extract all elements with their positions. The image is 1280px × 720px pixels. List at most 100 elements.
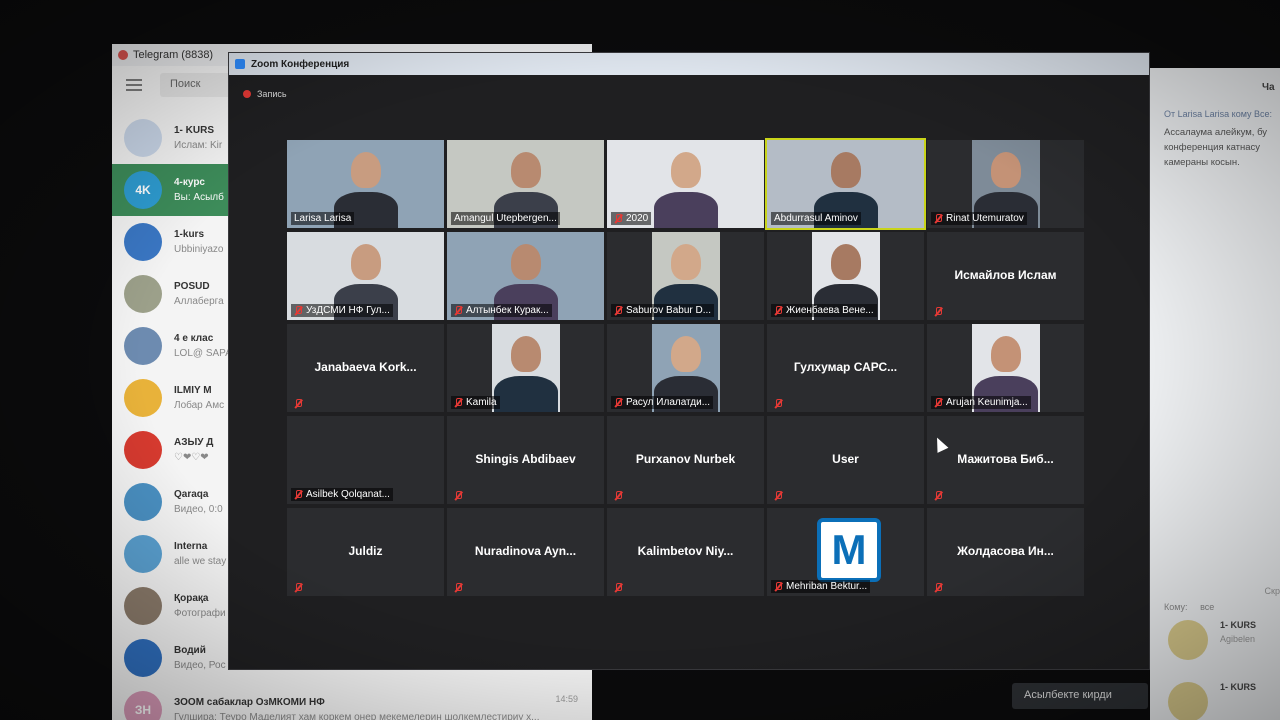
participant-tile[interactable]: Arujan Keunimja... bbox=[927, 324, 1084, 412]
list-item-preview: Agibelen bbox=[1220, 634, 1256, 644]
participant-video bbox=[491, 324, 560, 412]
list-item[interactable]: 1- KURS Agibelen bbox=[1168, 620, 1280, 660]
participant-face bbox=[510, 152, 541, 188]
avatar bbox=[124, 275, 162, 313]
participant-label: Kamila bbox=[451, 396, 500, 409]
participant-tile[interactable]: Shingis Abdibaev bbox=[447, 416, 604, 504]
participant-name: Расул Илалатди... bbox=[626, 397, 711, 408]
participant-tile[interactable]: Жолдасова Ин... bbox=[927, 508, 1084, 596]
participant-label bbox=[291, 398, 309, 409]
muted-mic-icon bbox=[294, 583, 302, 592]
participant-tile[interactable]: Kamila bbox=[447, 324, 604, 412]
muted-mic-icon bbox=[454, 306, 462, 315]
zoom-titlebar: Zoom Конференция bbox=[229, 53, 1149, 75]
participant-center-name: Purxanov Nurbek bbox=[635, 452, 736, 466]
participant-tile[interactable]: Алтынбек Курак... bbox=[447, 232, 604, 320]
participant-center-name: User bbox=[832, 452, 859, 466]
participant-label bbox=[931, 306, 949, 317]
participant-tile[interactable]: Расул Илалатди... bbox=[607, 324, 764, 412]
participant-tile[interactable]: Гулхумар САРС... bbox=[767, 324, 924, 412]
muted-mic-icon bbox=[774, 399, 782, 408]
participant-tile[interactable]: 2020 bbox=[607, 140, 764, 228]
participant-label bbox=[451, 490, 469, 501]
participant-label: Amangul Utepbergen... bbox=[451, 212, 560, 225]
muted-mic-icon bbox=[774, 491, 782, 500]
participant-tile[interactable]: Nuradinova Ayn... bbox=[447, 508, 604, 596]
participant-name: Larisa Larisa bbox=[294, 213, 352, 224]
participant-tile[interactable]: Abdurrasul Aminov bbox=[765, 138, 926, 230]
list-item[interactable]: 1- KURS bbox=[1168, 682, 1280, 720]
muted-mic-icon bbox=[774, 582, 782, 591]
recording-indicator[interactable]: Запись bbox=[243, 89, 287, 99]
participant-center-name: Juldiz bbox=[348, 544, 383, 558]
avatar bbox=[124, 639, 162, 677]
zoom-window: Zoom Конференция Запись Larisa Larisa Ama… bbox=[228, 52, 1150, 670]
muted-mic-icon bbox=[774, 306, 782, 315]
muted-mic-icon bbox=[454, 583, 462, 592]
participant-tile[interactable]: Kalimbetov Niy... bbox=[607, 508, 764, 596]
chat-recipient-value[interactable]: все bbox=[1200, 602, 1214, 612]
avatar bbox=[124, 431, 162, 469]
participant-tile[interactable]: Rinat Utemuratov bbox=[927, 140, 1084, 228]
participant-logo-icon: M bbox=[817, 518, 881, 582]
participant-tile[interactable]: M Mehriban Bektur... bbox=[767, 508, 924, 596]
chat-preview: Гулшира: Теуро Маделият хам коркем онер … bbox=[174, 712, 540, 720]
participant-center-name: Жолдасова Ин... bbox=[957, 544, 1054, 558]
search-input[interactable]: Поиск bbox=[160, 73, 232, 97]
participant-face bbox=[350, 152, 381, 188]
participant-tile[interactable]: Janabaeva Kork... bbox=[287, 324, 444, 412]
participant-tile[interactable]: Juldiz bbox=[287, 508, 444, 596]
zoom-chat-panel: Ча От Larisa Larisa кому Все: Ассалаума … bbox=[1150, 68, 1280, 720]
participant-tile[interactable]: Asilbek Qolqanat... bbox=[287, 416, 444, 504]
participant-label: Mehriban Bektur... bbox=[771, 580, 871, 593]
participant-tile[interactable]: Исмайлов Ислам bbox=[927, 232, 1084, 320]
participant-label: 2020 bbox=[611, 212, 652, 225]
participant-face bbox=[670, 244, 701, 280]
participant-label: УзДСМИ НФ Гул... bbox=[291, 304, 393, 317]
participant-label bbox=[771, 490, 789, 501]
avatar bbox=[1168, 620, 1208, 660]
participant-center-name: Janabaeva Kork... bbox=[314, 360, 417, 374]
desktop: Telegram (8838) Поиск 1- KURS Ислам: Kir 4… bbox=[0, 0, 1280, 720]
avatar bbox=[124, 379, 162, 417]
avatar bbox=[124, 535, 162, 573]
muted-mic-icon bbox=[934, 214, 942, 223]
menu-icon[interactable] bbox=[126, 79, 142, 91]
participant-label: Abdurrasul Aminov bbox=[771, 212, 861, 225]
participant-name: Amangul Utepbergen... bbox=[454, 213, 557, 224]
participant-face bbox=[350, 244, 381, 280]
chat-side-label: Скр bbox=[1264, 586, 1280, 596]
participant-label bbox=[931, 582, 949, 593]
muted-mic-icon bbox=[934, 491, 942, 500]
muted-mic-icon bbox=[294, 306, 302, 315]
muted-mic-icon bbox=[614, 491, 622, 500]
participant-tile[interactable]: Amangul Utepbergen... bbox=[447, 140, 604, 228]
telegram-title: Telegram (8838) bbox=[133, 49, 214, 61]
participant-tile[interactable]: User bbox=[767, 416, 924, 504]
participant-label: Rinat Utemuratov bbox=[931, 212, 1027, 225]
chat-recipient-selector[interactable]: Кому: все bbox=[1164, 602, 1214, 612]
telegram-app-icon bbox=[118, 50, 128, 60]
participant-label: Saburov Babur D... bbox=[611, 304, 715, 317]
avatar: ЗН bbox=[124, 691, 162, 720]
participant-tile[interactable]: Saburov Babur D... bbox=[607, 232, 764, 320]
chat-name: ЗООМ сабаклар ОзМКОМИ НФ bbox=[174, 697, 325, 708]
participant-tile[interactable]: УзДСМИ НФ Гул... bbox=[287, 232, 444, 320]
participant-face bbox=[510, 336, 541, 372]
participant-label bbox=[611, 582, 629, 593]
participant-center-name: Гулхумар САРС... bbox=[793, 360, 898, 374]
zoom-title: Zoom Конференция bbox=[251, 58, 350, 70]
avatar bbox=[124, 587, 162, 625]
participant-tile[interactable]: Larisa Larisa bbox=[287, 140, 444, 228]
participant-face bbox=[990, 152, 1021, 188]
participant-tile[interactable]: Мажитова Биб... bbox=[927, 416, 1084, 504]
participant-face bbox=[510, 244, 541, 280]
participant-tile[interactable]: Purxanov Nurbek bbox=[607, 416, 764, 504]
participant-label bbox=[451, 582, 469, 593]
participant-body bbox=[653, 192, 718, 228]
participant-name: Asilbek Qolqanat... bbox=[306, 489, 390, 500]
participant-tile[interactable]: Жиенбаева Вене... bbox=[767, 232, 924, 320]
participant-label: Алтынбек Курак... bbox=[451, 304, 552, 317]
chat-list-item[interactable]: ЗН ЗООМ сабаклар ОзМКОМИ НФ Гулшира: Теуро… bbox=[112, 684, 592, 720]
notification-toast: Асылбекте кирди bbox=[1012, 683, 1148, 709]
